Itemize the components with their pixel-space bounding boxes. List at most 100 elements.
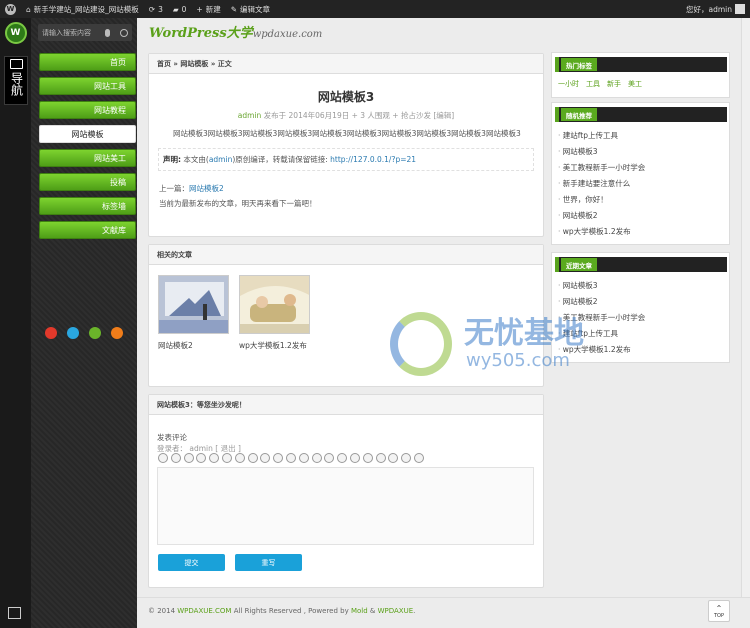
list-item[interactable]: 网站模板2 [558,294,645,310]
updates-menu[interactable]: ⟳ 3 [144,0,168,18]
site-name-menu[interactable]: ⌂ 新手学建站_网站建设_网站模板 [21,0,144,18]
post-meta-rest: 发布于 2014年06月19日 + 3 人围观 + 抢占沙发 [编辑] [263,111,455,120]
post-title: 网站模板3 [317,90,375,104]
rss-icon[interactable] [111,327,123,339]
wp-logo-menu[interactable]: W [0,0,21,18]
list-item[interactable]: wp大学模板1.2发布 [558,224,645,240]
related-thumbnail[interactable] [239,275,310,334]
statement-author-link[interactable]: admin [209,155,233,164]
search-input[interactable] [42,28,99,37]
smiley-icon[interactable] [337,453,348,463]
edit-post-menu[interactable]: ✎ 编辑文章 [226,0,275,18]
header-logo[interactable]: WordPress大学wpdaxue.com [149,22,322,41]
smiley-icon[interactable] [234,453,245,463]
social-links [45,327,123,339]
nav-toggle-button[interactable]: 导航 [4,56,28,105]
site-name: 新手学建站_网站建设_网站模板 [33,4,139,14]
permalink-link[interactable]: http://127.0.0.1/?p=21 [330,155,416,164]
smiley-icon[interactable] [413,453,424,463]
smiley-icon[interactable] [311,453,322,463]
tag-link[interactable]: 工具 [586,79,600,89]
smiley-icon[interactable] [221,453,232,463]
smiley-icon[interactable] [260,453,271,463]
smiley-icon[interactable] [285,453,296,463]
smiley-icon[interactable] [298,453,309,463]
smiley-icon[interactable] [388,453,399,463]
list-item[interactable]: 网站模板3 [558,144,645,160]
smiley-icon[interactable] [273,453,284,463]
smiley-icon[interactable] [247,453,258,463]
list-item[interactable]: 建站ftp上传工具 [558,128,645,144]
search-box [38,24,132,41]
pencil-icon: ✎ [230,4,237,14]
breadcrumb[interactable]: 首页 » 网站模板 » 正文 [149,54,543,74]
menu-item-templates[interactable]: 网站模板 [39,125,136,143]
smiley-icon[interactable] [196,453,207,463]
prev-post: 上一篇：网站模板2 [159,183,543,194]
menu-item-design[interactable]: 网站美工 [39,149,136,167]
post-meta: admin 发布于 2014年06月19日 + 3 人围观 + 抢占沙发 [编辑… [149,110,543,121]
random-list: 建站ftp上传工具 网站模板3 美工教程新手一小时学会 新手建站要注意什么 世界… [558,128,646,240]
watermark-domain: wy505.com [466,349,570,371]
related-caption[interactable]: wp大学模板1.2发布 [239,340,314,352]
submit-button[interactable]: 提交 [158,554,225,571]
footer-mid: All Rights Reserved , Powered by [231,607,351,615]
new-content-menu[interactable]: + 新建 [191,0,225,18]
plus-icon: + [196,4,203,14]
tag-link[interactable]: 新手 [607,79,621,89]
back-to-top-button[interactable]: ⌃ TOP [708,600,730,622]
hot-tags-title: 热门标签 [561,58,597,71]
smiley-icon[interactable] [209,453,220,463]
comment-textarea[interactable] [157,467,534,545]
comments-menu[interactable]: ▰ 0 [168,0,192,18]
my-account-menu[interactable]: 您好，admin [681,0,750,18]
menu-item-library[interactable]: 文献库 [39,221,136,239]
mail-icon[interactable] [89,327,101,339]
menu-item-submit[interactable]: 投稿 [39,173,136,191]
footer-text: © 2014 WPDAXUE.COM All Rights Reserved ,… [148,607,415,615]
related-caption[interactable]: 网站模板2 [158,340,233,352]
nav-label: 导航 [9,72,24,96]
list-item[interactable]: 新手建站要注意什么 [558,176,645,192]
smiley-icon[interactable] [349,453,360,463]
search-icon[interactable] [120,28,128,37]
related-item[interactable]: 网站模板2 [158,275,233,352]
smiley-icon[interactable] [158,453,168,463]
smiley-icon[interactable] [183,453,194,463]
latest-notice: 当前为最新发布的文章，明天再来看下一篇吧！ [159,199,317,208]
list-item[interactable]: 网站模板3 [558,278,645,294]
list-item[interactable]: 美工教程新手一小时学会 [558,160,646,176]
chevron-up-icon: ⌃ [715,604,723,613]
tag-link[interactable]: 一小时 [558,79,579,89]
comment-form-label: 发表评论 [157,433,187,442]
list-item[interactable]: 网站模板2 [558,208,645,224]
smiley-icon[interactable] [170,453,181,463]
smiley-icon[interactable] [362,453,373,463]
reset-button[interactable]: 重写 [235,554,302,571]
qq-icon[interactable] [67,327,79,339]
logo-main: WordPress大学 [149,26,253,41]
weibo-icon[interactable] [45,327,57,339]
list-item[interactable]: 世界，你好！ [558,192,645,208]
smiley-icon[interactable] [324,453,335,463]
menu-item-tools[interactable]: 网站工具 [39,77,136,95]
footer-theme-link[interactable]: Mold [351,607,368,615]
post-author[interactable]: admin [238,111,262,120]
menu-item-tag-wall[interactable]: 标签墙 [39,197,136,215]
list-icon[interactable] [8,607,21,619]
home-icon: ⌂ [26,4,31,14]
menu-item-home[interactable]: 首页 [39,53,136,71]
related-item[interactable]: wp大学模板1.2发布 [239,275,314,352]
smiley-icon[interactable] [401,453,412,463]
related-thumbnail[interactable] [158,275,229,334]
menu-item-tutorials[interactable]: 网站教程 [39,101,136,119]
prev-post-link[interactable]: 网站模板2 [189,184,224,193]
related-title: 相关的文章 [149,245,543,265]
scrollbar[interactable] [741,18,750,597]
microphone-icon[interactable] [105,28,110,37]
footer-author-link[interactable]: WPDAXUE [378,607,414,615]
footer-site-link[interactable]: WPDAXUE.COM [177,607,231,615]
smiley-icon[interactable] [375,453,386,463]
site-logo-icon[interactable]: W [4,22,27,44]
tag-link[interactable]: 美工 [628,79,642,89]
